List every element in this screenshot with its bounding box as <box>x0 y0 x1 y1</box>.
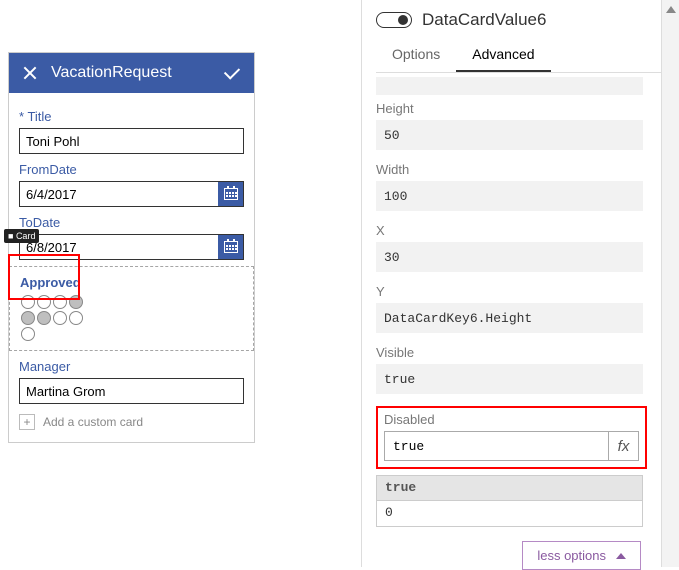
prop-row-placeholder <box>376 77 643 95</box>
fx-button[interactable]: fx <box>609 431 639 461</box>
less-options-button[interactable]: less options <box>522 541 641 570</box>
form-card: VacationRequest Title FromDate ToDate Ap… <box>8 52 255 443</box>
height-input[interactable] <box>376 120 643 150</box>
todate-label: ToDate <box>19 215 244 230</box>
tab-options[interactable]: Options <box>376 38 456 72</box>
width-label: Width <box>376 162 643 177</box>
submit-check-icon[interactable] <box>222 64 242 82</box>
approved-label: Approved <box>20 275 243 290</box>
height-label: Height <box>376 101 643 116</box>
less-options-label: less options <box>537 548 606 563</box>
title-label: Title <box>19 109 244 124</box>
fx-icon: fx <box>618 438 630 455</box>
scrollbar[interactable] <box>661 0 679 567</box>
fromdate-label: FromDate <box>19 162 244 177</box>
scroll-up-icon[interactable] <box>666 6 676 13</box>
todate-input[interactable] <box>19 234 218 260</box>
tab-advanced[interactable]: Advanced <box>456 38 550 72</box>
plus-icon: + <box>19 414 35 430</box>
fromdate-input[interactable] <box>19 181 218 207</box>
y-input[interactable] <box>376 303 643 333</box>
control-toggle[interactable] <box>376 12 412 28</box>
tabs: Options Advanced <box>376 38 661 73</box>
calendar-icon <box>224 241 238 253</box>
y-label: Y <box>376 284 643 299</box>
result-type-row: true <box>376 475 643 501</box>
form-body: Title FromDate ToDate Approved Manager +… <box>9 93 254 442</box>
visible-input[interactable] <box>376 364 643 394</box>
add-custom-card[interactable]: + Add a custom card <box>19 414 244 430</box>
chevron-up-icon <box>616 553 626 559</box>
form-title: VacationRequest <box>51 64 172 82</box>
properties-panel: DataCardValue6 Options Advanced Height W… <box>361 0 661 567</box>
width-input[interactable] <box>376 181 643 211</box>
manager-input[interactable] <box>19 378 244 404</box>
result-value-row: 0 <box>376 501 643 527</box>
card-tooltip: ■ Card <box>4 229 39 243</box>
x-input[interactable] <box>376 242 643 272</box>
fromdate-picker-button[interactable] <box>218 181 244 207</box>
disabled-input[interactable] <box>384 431 609 461</box>
add-card-label: Add a custom card <box>43 415 143 429</box>
calendar-icon <box>224 188 238 200</box>
approved-card[interactable]: Approved <box>9 266 254 351</box>
visible-label: Visible <box>376 345 643 360</box>
approved-toggle-handles[interactable] <box>20 294 84 342</box>
todate-picker-button[interactable] <box>218 234 244 260</box>
close-icon[interactable] <box>21 64 39 82</box>
title-input[interactable] <box>19 128 244 154</box>
disabled-label: Disabled <box>384 412 639 427</box>
manager-label: Manager <box>19 359 244 374</box>
disabled-highlight: Disabled fx <box>376 406 647 469</box>
form-header: VacationRequest <box>9 53 254 93</box>
panel-title: DataCardValue6 <box>422 10 546 30</box>
x-label: X <box>376 223 643 238</box>
